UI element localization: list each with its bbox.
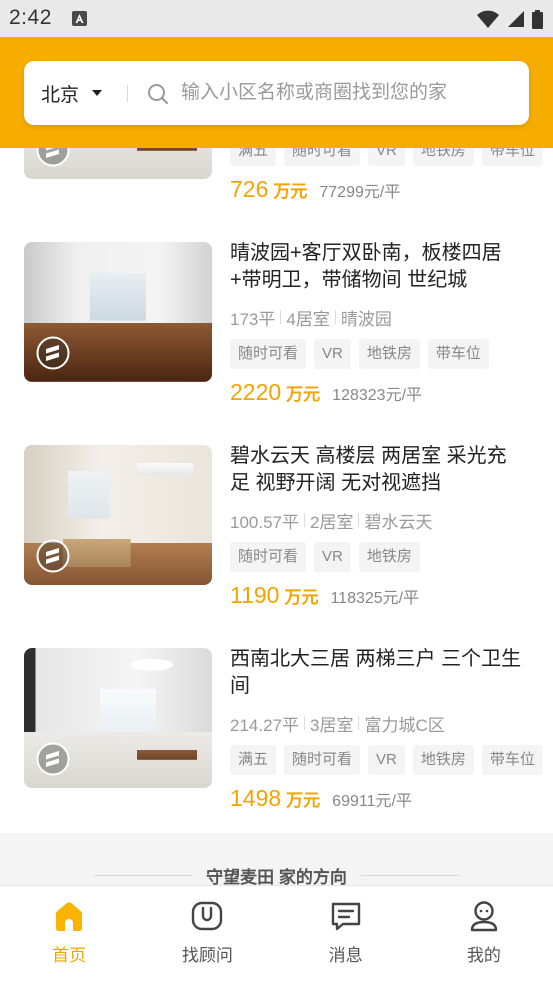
brand-badge-icon xyxy=(36,336,70,370)
listing-total-price: 2220 xyxy=(230,379,282,405)
listing-tag: 随时可看 xyxy=(230,339,307,369)
footer-tagline-row: 守望麦田 家的方向 xyxy=(0,863,553,887)
listing-info: 晴波园+客厅双卧南，板楼四居+带明卫，带储物间 世纪城 173平 4居室 晴波园随时可… xyxy=(230,240,530,420)
meta-divider xyxy=(358,513,360,527)
listing-price-row: 1190 万元 118325元/平 xyxy=(230,582,419,612)
listing-tag: 带车位 xyxy=(427,339,489,369)
meta-divider xyxy=(334,310,336,324)
wifi-icon xyxy=(477,10,499,28)
nav-item-messages[interactable]: 消息 xyxy=(277,886,415,984)
listing-tag: VR xyxy=(314,339,351,369)
listing-tag: VR xyxy=(314,542,351,572)
listing-price-unit: 万元 xyxy=(286,385,321,404)
meta-divider xyxy=(304,716,305,730)
listing-title[interactable]: 碧水云天 高楼层 两居室 采光充足 视野开阔 无对视遮挡 xyxy=(230,443,524,497)
listing-photo[interactable] xyxy=(24,445,212,585)
listing-tag: 随时可看 xyxy=(284,745,361,775)
nav-label-advisor: 找顾问 xyxy=(181,946,233,965)
listing-tag: 地铁房 xyxy=(358,542,420,572)
nav-label-profile: 我的 xyxy=(466,946,501,965)
listing-price-unit: 万元 xyxy=(286,791,321,810)
signal-icon xyxy=(508,11,524,27)
header: 北京 xyxy=(0,37,553,148)
listing-info: 西南北大三居 两梯三户 三个卫生间 214.27平 3居室 富力城C区满五 随时可看 VR… xyxy=(230,646,543,826)
listing-rooms: 2居室 xyxy=(310,512,354,532)
listing-price-row: 2220 万元 128323元/平 xyxy=(230,379,422,409)
listing-tag: VR xyxy=(368,745,405,775)
nav-label-messages: 消息 xyxy=(328,946,363,965)
listing-area: 100.57平 xyxy=(230,512,299,532)
status-time: 2:42 xyxy=(9,6,52,29)
listing-meta: 173平 4居室 晴波园 xyxy=(230,305,392,329)
listing-total-price: 726 xyxy=(230,176,269,202)
chevron-down-icon xyxy=(92,90,103,96)
listing-price-unit: 万元 xyxy=(273,182,308,201)
nav-item-profile[interactable]: 我的 xyxy=(415,886,553,984)
listing-meta: 100.57平 2居室 碧水云天 xyxy=(230,508,432,532)
home-icon xyxy=(56,902,83,931)
listing-unit-price: 69911元/平 xyxy=(332,793,412,810)
message-icon xyxy=(331,902,360,931)
search-divider xyxy=(127,85,128,102)
advisor-icon xyxy=(192,901,223,931)
listing-card[interactable]: 西南北大三居 两梯三户 三个卫生间 214.27平 3居室 富力城C区满五 随时可看 VR… xyxy=(0,646,553,826)
listing-tag: 地铁房 xyxy=(358,339,420,369)
tagline-left-line xyxy=(94,874,193,876)
listing-info: 碧水云天 高楼层 两居室 采光充足 视野开阔 无对视遮挡 100.57平 2居室 碧水… xyxy=(230,443,530,623)
listing-tags: 满五 随时可看 VR 地铁房 带车位 xyxy=(230,745,543,775)
meta-divider xyxy=(304,513,305,527)
listing-community: 晴波园 xyxy=(340,309,392,329)
meta-divider xyxy=(280,310,282,324)
nav-label-home: 首页 xyxy=(52,946,87,965)
listing-card[interactable]: 晴波园+客厅双卧南，板楼四居+带明卫，带储物间 世纪城 173平 4居室 晴波园随时可… xyxy=(0,240,553,420)
listing-title[interactable]: 西南北大三居 两梯三户 三个卫生间 xyxy=(230,646,524,700)
listing-list[interactable]: 满五 随时可看 VR 地铁房 带车位 726 万元 77299元/平 晴波园+客厅双卧南，板楼四… xyxy=(0,37,553,833)
listing-unit-price: 77299元/平 xyxy=(319,184,401,201)
city-label: 北京 xyxy=(41,84,80,106)
bottom-nav: 首页 找顾问 消息 我的 xyxy=(0,885,553,984)
listing-photo[interactable] xyxy=(24,648,212,788)
listing-price-row: 726 万元 77299元/平 xyxy=(230,176,400,206)
search-input[interactable] xyxy=(181,61,511,125)
search-bar[interactable]: 北京 xyxy=(24,61,529,125)
listing-card[interactable]: 碧水云天 高楼层 两居室 采光充足 视野开阔 无对视遮挡 100.57平 2居室 碧水… xyxy=(0,443,553,623)
listing-total-price: 1498 xyxy=(230,785,282,811)
listing-area: 173平 xyxy=(230,309,276,329)
app-screen: 2:42 北京 输入小区名称或商圈找到您的家 满五 随时可看 VR 地铁房 带车… xyxy=(0,0,553,984)
nav-item-advisor[interactable]: 找顾问 xyxy=(138,886,276,984)
listing-title[interactable]: 晴波园+客厅双卧南，板楼四居+带明卫，带储物间 世纪城 xyxy=(230,240,524,294)
brand-badge-icon xyxy=(36,539,70,573)
listing-rooms: 4居室 xyxy=(286,309,330,329)
city-selector[interactable]: 北京 xyxy=(41,61,103,125)
listing-price-row: 1498 万元 69911元/平 xyxy=(230,785,412,815)
listing-community: 富力城C区 xyxy=(364,715,445,735)
status-bar: 2:42 xyxy=(0,0,553,37)
listing-unit-price: 128323元/平 xyxy=(332,387,423,404)
listing-photo[interactable] xyxy=(24,242,212,382)
listing-tag: 随时可看 xyxy=(230,542,307,572)
listing-tags: 随时可看 VR 地铁房 带车位 xyxy=(230,339,489,369)
listing-total-price: 1190 xyxy=(230,582,280,608)
listing-tags: 随时可看 VR 地铁房 xyxy=(230,542,420,572)
listing-tag: 地铁房 xyxy=(412,745,474,775)
battery-icon xyxy=(532,9,543,29)
listing-price-unit: 万元 xyxy=(284,588,319,607)
listing-tag: 满五 xyxy=(230,745,277,775)
brand-badge-icon xyxy=(36,742,70,776)
meta-divider xyxy=(358,716,360,730)
nav-item-home[interactable]: 首页 xyxy=(0,886,138,984)
search-icon xyxy=(148,84,169,105)
listing-community: 碧水云天 xyxy=(364,512,433,532)
tagline-right-line xyxy=(360,874,459,876)
status-icons xyxy=(476,9,543,29)
listing-meta: 214.27平 3居室 富力城C区 xyxy=(230,711,445,735)
listing-unit-price: 118325元/平 xyxy=(330,590,420,607)
profile-icon xyxy=(470,901,498,932)
footer-tagline: 守望麦田 家的方向 xyxy=(206,867,347,887)
listing-rooms: 3居室 xyxy=(310,715,354,735)
listing-area: 214.27平 xyxy=(230,715,299,735)
listing-tag: 带车位 xyxy=(481,745,543,775)
a-notification-icon xyxy=(72,11,87,26)
